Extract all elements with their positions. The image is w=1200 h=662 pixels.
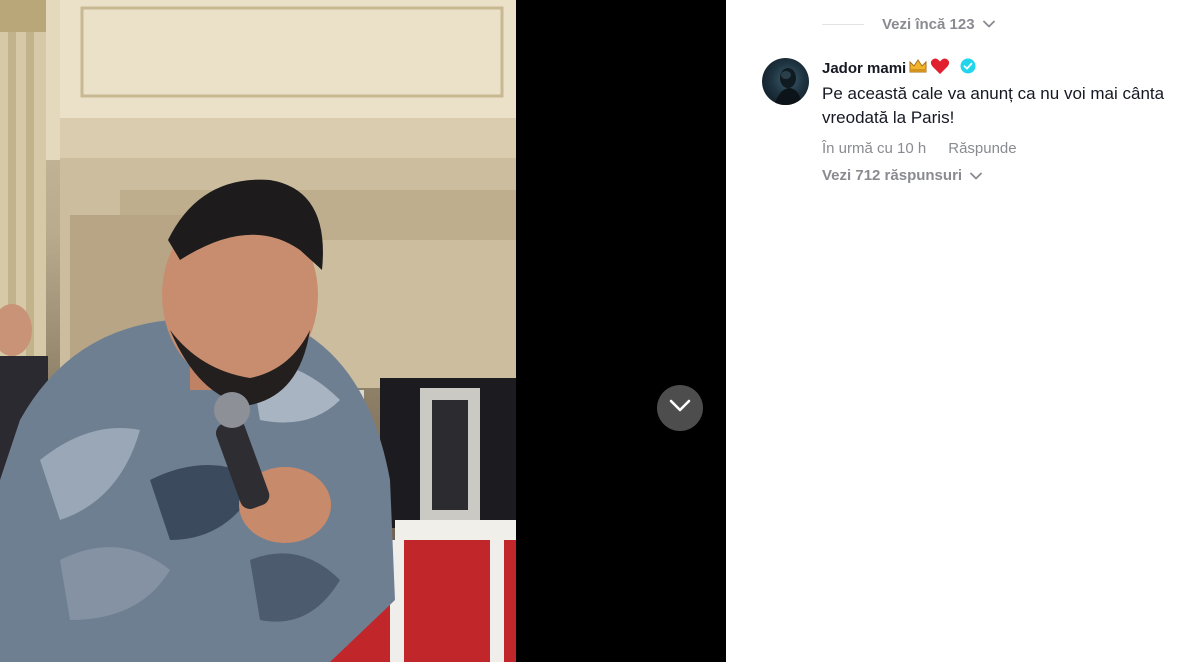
view-replies-label: Vezi 712 răspunsuri <box>822 167 963 184</box>
video-still <box>0 0 516 662</box>
verified-badge-icon <box>960 58 976 79</box>
comment-body: Jador mami Pe această cale va anunț ca n… <box>822 56 1200 184</box>
avatar[interactable] <box>762 58 809 105</box>
collapse-comments-button[interactable] <box>657 385 703 431</box>
video-frame[interactable] <box>0 0 516 662</box>
reply-button[interactable]: Răspunde <box>948 140 1016 157</box>
crown-icon <box>908 58 928 79</box>
view-more-comments-link[interactable]: Vezi încă 123 <box>882 16 975 33</box>
comment-username[interactable]: Jador mami <box>822 60 906 77</box>
chevron-down-icon <box>970 167 982 184</box>
heart-icon <box>930 57 950 80</box>
comment-timestamp: În urmă cu 10 h <box>822 140 927 157</box>
chevron-down-icon <box>982 15 995 33</box>
view-replies-link[interactable]: Vezi 712 răspunsuri <box>822 167 1200 184</box>
comment-text-line: vreodată la Paris! <box>822 108 955 127</box>
view-more-comments-row[interactable]: Vezi încă 123 <box>822 14 995 34</box>
comment-text-line: Pe această cale va anunț ca nu voi mai c… <box>822 84 1165 103</box>
comment-text: Pe această cale va anunț ca nu voi mai c… <box>822 82 1200 130</box>
comment-meta: În urmă cu 10 h Răspunde <box>822 140 1200 157</box>
comment-author-row: Jador mami <box>822 56 1200 80</box>
comments-panel: Vezi încă 123 Jador mami Pe această cale… <box>726 0 1200 662</box>
video-player[interactable] <box>0 0 726 662</box>
chevron-down-icon <box>669 399 691 418</box>
divider-line <box>822 23 864 25</box>
